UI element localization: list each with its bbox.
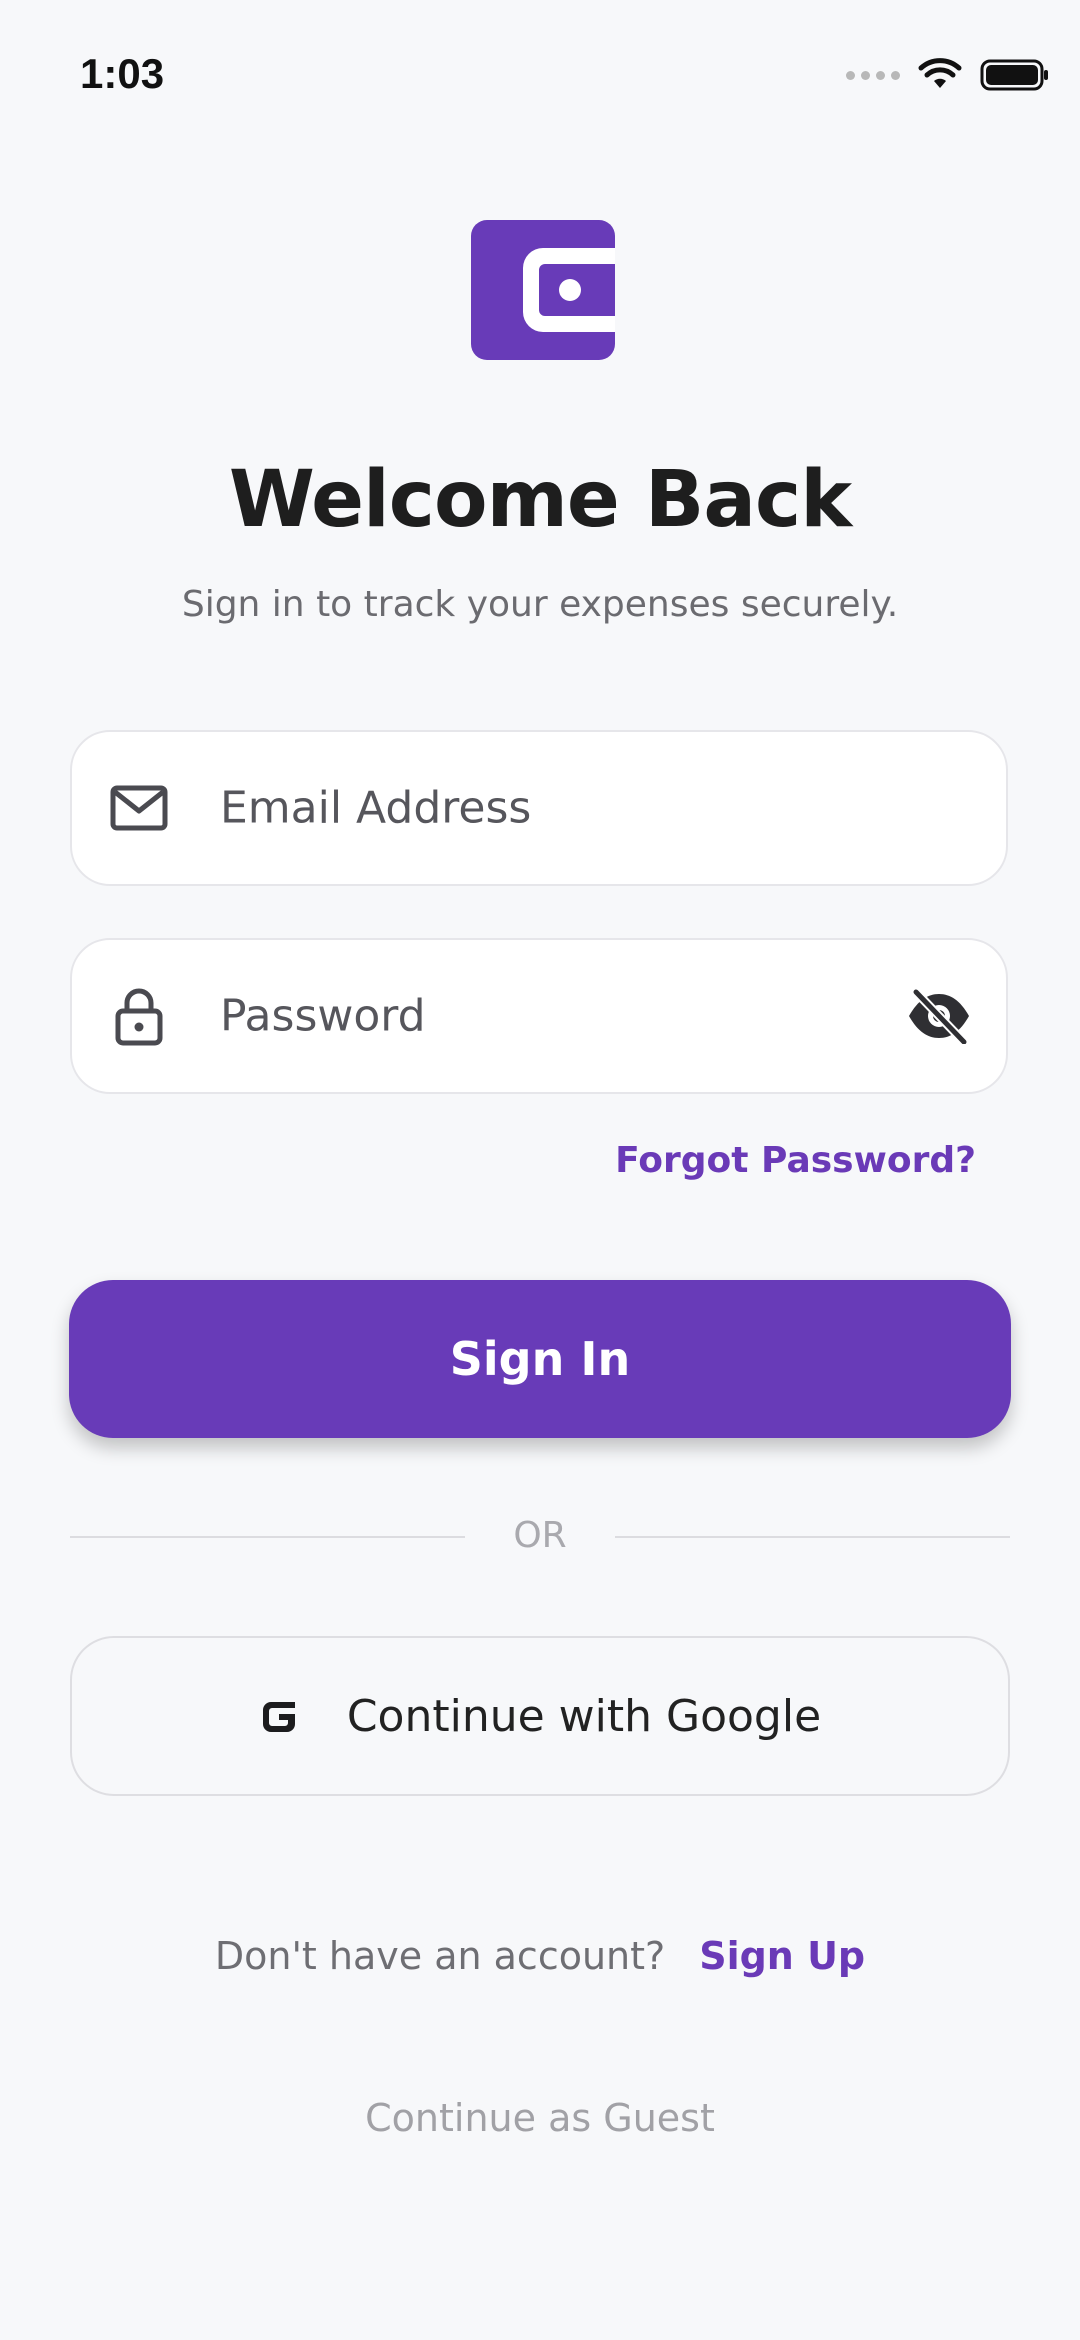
- email-field[interactable]: Email Address: [70, 730, 1008, 886]
- forgot-password-link[interactable]: Forgot Password?: [615, 1140, 976, 1181]
- google-icon: [262, 1702, 295, 1732]
- password-field[interactable]: Password: [70, 938, 1008, 1094]
- email-placeholder: Email Address: [220, 782, 532, 834]
- battery-icon: [980, 59, 1048, 91]
- status-icons: [846, 58, 1050, 92]
- eye-off-icon[interactable]: [904, 981, 974, 1051]
- divider-line-right: [615, 1536, 1010, 1538]
- status-bar: 1:03: [0, 0, 1080, 150]
- continue-with-google-button[interactable]: Continue with Google: [70, 1636, 1010, 1796]
- continue-as-guest-link[interactable]: Continue as Guest: [0, 2096, 1080, 2140]
- page-title: Welcome Back: [228, 455, 852, 545]
- mail-icon: [108, 777, 170, 839]
- login-screen: 1:03 Welcome Back Sign in to track your …: [0, 0, 1080, 2340]
- lock-icon: [108, 985, 170, 1047]
- page-subtitle: Sign in to track your expenses securely.: [181, 584, 899, 625]
- status-time: 1:03: [80, 50, 165, 97]
- sign-up-link[interactable]: Sign Up: [699, 1934, 865, 1978]
- signup-row: Don't have an account? Sign Up: [0, 1934, 1080, 1978]
- sign-in-button[interactable]: Sign In: [69, 1280, 1011, 1438]
- app-logo-wallet-icon: [471, 220, 615, 360]
- wifi-icon: [918, 58, 962, 88]
- google-button-label: Continue with Google: [346, 1690, 822, 1742]
- password-placeholder: Password: [220, 990, 426, 1042]
- cellular-signal-icon: [846, 70, 900, 80]
- signup-prompt: Don't have an account?: [214, 1934, 666, 1978]
